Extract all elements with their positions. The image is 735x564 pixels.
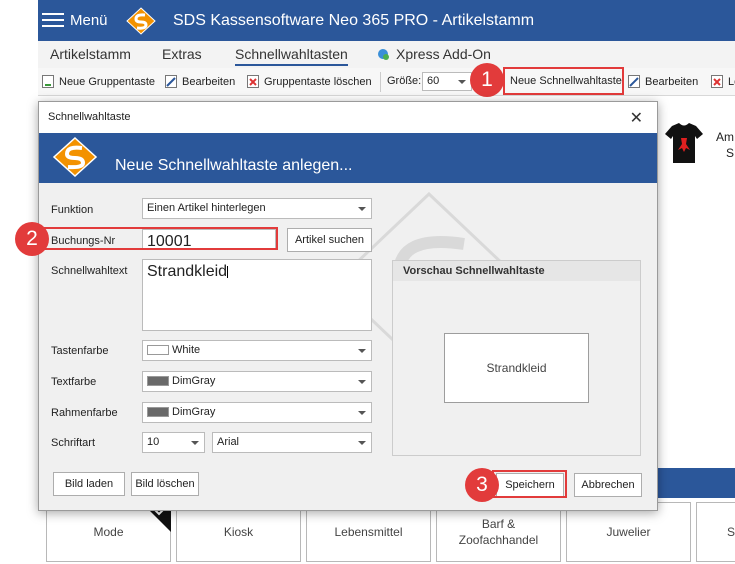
rahmenfarbe-select[interactable]: DimGray [142, 402, 372, 423]
color-swatch [147, 376, 169, 387]
delete-quick-key-button[interactable]: Lö [711, 75, 735, 88]
xpress-addon-icon [377, 48, 390, 66]
schnellwahltext-textarea[interactable]: Strandkleid [142, 259, 372, 331]
size-value: 60 [427, 75, 440, 87]
toolbar: Neue Gruppentaste Bearbeiten Gruppentast… [38, 68, 735, 96]
category-mode[interactable]: Mode [46, 502, 171, 562]
edit-group-button[interactable]: Bearbeiten [165, 75, 235, 88]
tab-artikelstamm[interactable]: Artikelstamm [50, 46, 131, 62]
category-label: Barf & Zoofachhandel [458, 517, 539, 547]
funktion-label: Funktion [51, 204, 94, 216]
category-partial[interactable]: S [696, 502, 735, 562]
textfarbe-value: DimGray [172, 375, 216, 387]
chevron-down-icon [358, 206, 366, 211]
tshirt-icon [665, 123, 703, 163]
step-badge-1: 1 [470, 63, 504, 97]
delete-group-label: Gruppentaste löschen [264, 75, 372, 88]
tastenfarbe-value: White [172, 344, 201, 356]
schnellwahltext-value: Strandkleid [147, 263, 228, 280]
category-label: Lebensmittel [334, 525, 403, 539]
chevron-down-icon [358, 379, 366, 384]
artikel-suchen-button[interactable]: Artikel suchen [287, 228, 372, 252]
chevron-down-icon [358, 440, 366, 445]
window-title: SDS Kassensoftware Neo 365 PRO - Artikel… [173, 12, 535, 29]
menu-label[interactable]: Menü [70, 12, 108, 29]
product-text-2: S [726, 146, 735, 160]
title-bar: Menü SDS Kassensoftware Neo 365 PRO - Ar… [38, 0, 735, 41]
delete-quick-key-label: Lö [728, 75, 735, 88]
color-swatch [147, 345, 169, 356]
tastenfarbe-select[interactable]: White [142, 340, 372, 361]
category-kiosk[interactable]: Kiosk [176, 502, 301, 562]
ribbon-tabs: Artikelstamm Extras Schnellwahltasten Xp… [38, 41, 735, 68]
category-label: Juwelier [606, 525, 651, 539]
product-text-1: Am [716, 130, 734, 144]
abbrechen-button[interactable]: Abbrechen [574, 473, 642, 497]
rahmenfarbe-label: Rahmenfarbe [51, 407, 118, 419]
preview-heading: Vorschau Schnellwahltaste [393, 261, 640, 281]
toolbar-separator [380, 72, 381, 92]
edit-icon [165, 75, 177, 88]
delete-icon [247, 75, 259, 88]
step-badge-3: 3 [465, 468, 499, 502]
funktion-select[interactable]: Einen Artikel hinterlegen [142, 198, 372, 219]
sds-logo-icon [53, 137, 97, 177]
quick-key-dialog: Schnellwahltaste ✕ Neue Schnellwahltaste… [38, 101, 658, 511]
highlight-speichern [492, 470, 567, 498]
chevron-down-icon [358, 348, 366, 353]
color-swatch [147, 407, 169, 418]
close-icon[interactable]: ✕ [630, 108, 643, 128]
text-cursor [227, 265, 229, 278]
textfarbe-label: Textfarbe [51, 376, 97, 388]
edit-quick-key-label: Bearbeiten [645, 75, 699, 88]
highlight-buchungsnr [41, 227, 278, 250]
size-label: Größe: [387, 75, 422, 87]
schriftart-label: Schriftart [51, 437, 96, 449]
step-badge-2: 2 [15, 222, 49, 256]
size-select[interactable]: 60 [422, 72, 472, 91]
dialog-header-title: Neue Schnellwahltaste anlegen... [115, 157, 353, 174]
category-label: Mode [93, 525, 124, 539]
product-tile[interactable]: Am S [660, 122, 735, 172]
category-barf-zoofachhandel[interactable]: Barf & Zoofachhandel [436, 502, 561, 562]
rahmenfarbe-value: DimGray [172, 406, 216, 418]
new-group-button[interactable]: Neue Gruppentaste [42, 75, 155, 88]
chevron-down-icon [358, 410, 366, 415]
preview-panel: Vorschau Schnellwahltaste Strandkleid [392, 260, 641, 456]
font-size-value: 10 [147, 436, 160, 448]
tab-schnellwahltasten[interactable]: Schnellwahltasten [235, 46, 348, 66]
category-juwelier[interactable]: Juwelier [566, 502, 691, 562]
tab-xpress-addon[interactable]: Xpress Add-On [396, 46, 491, 62]
chevron-down-icon [191, 440, 199, 445]
delete-group-button[interactable]: Gruppentaste löschen [247, 75, 372, 88]
funktion-value: Einen Artikel hinterlegen [147, 202, 266, 214]
font-family-select[interactable]: Arial [212, 432, 372, 453]
highlight-new-quick-key [503, 67, 624, 95]
font-size-select[interactable]: 10 [142, 432, 205, 453]
dialog-title: Schnellwahltaste [48, 111, 131, 123]
bild-loeschen-button[interactable]: Bild löschen [131, 472, 199, 496]
delete-icon [711, 75, 723, 88]
sds-logo-icon [126, 7, 156, 35]
bild-laden-button[interactable]: Bild laden [53, 472, 125, 496]
dialog-header: Neue Schnellwahltaste anlegen... [39, 133, 657, 183]
font-family-value: Arial [217, 436, 240, 448]
preview-button: Strandkleid [444, 333, 589, 403]
edit-group-label: Bearbeiten [182, 75, 236, 88]
textfarbe-select[interactable]: DimGray [142, 371, 372, 392]
new-document-icon [42, 75, 54, 88]
category-label: Kiosk [223, 525, 254, 539]
hamburger-menu-icon[interactable] [42, 13, 64, 29]
category-lebensmittel[interactable]: Lebensmittel [306, 502, 431, 562]
background-window-edge [0, 0, 38, 564]
tab-extras[interactable]: Extras [162, 46, 202, 62]
schnellwahltext-label: Schnellwahltext [51, 265, 128, 277]
chevron-down-icon [458, 79, 466, 84]
edit-quick-key-button[interactable]: Bearbeiten [628, 75, 698, 88]
edit-icon [628, 75, 640, 88]
category-label: S [727, 525, 735, 539]
tastenfarbe-label: Tastenfarbe [51, 345, 109, 357]
new-group-label: Neue Gruppentaste [59, 75, 156, 88]
